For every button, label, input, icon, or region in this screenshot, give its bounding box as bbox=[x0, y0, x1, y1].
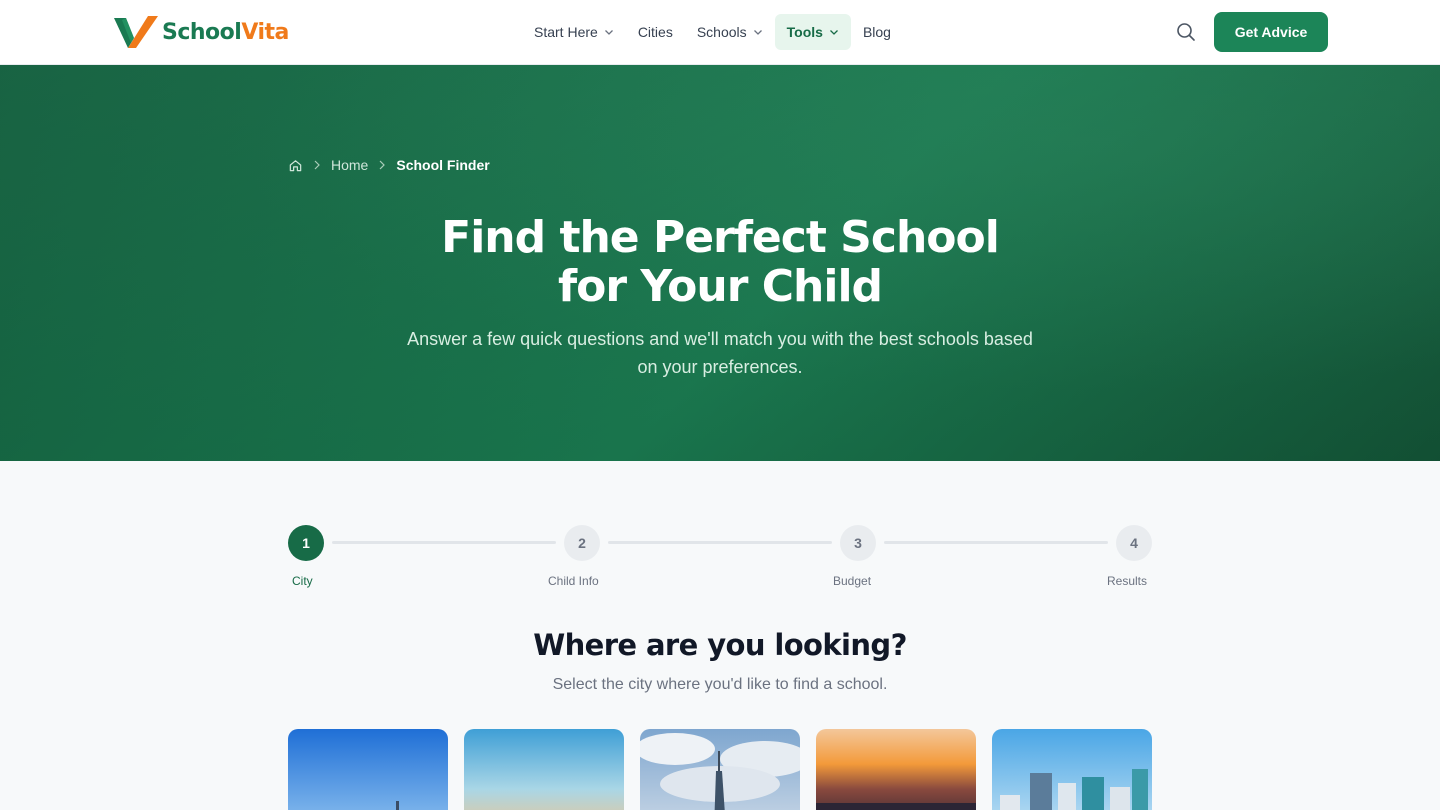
step-1-circle[interactable]: 1 bbox=[288, 525, 324, 561]
step-connector bbox=[332, 541, 556, 544]
breadcrumb-current: School Finder bbox=[396, 157, 490, 173]
question-subtitle: Select the city where you'd like to find… bbox=[552, 676, 888, 693]
nav-item-cities[interactable]: Cities bbox=[626, 14, 685, 50]
get-advice-button[interactable]: Get Advice bbox=[1214, 12, 1328, 52]
chevron-down-icon bbox=[829, 30, 838, 35]
chevron-down-icon bbox=[604, 30, 613, 35]
logo-v-icon bbox=[114, 16, 158, 48]
city-card[interactable] bbox=[816, 729, 976, 810]
nav-item-label: Cities bbox=[637, 24, 673, 40]
chevron-right-icon bbox=[314, 160, 320, 170]
city-skyline-image bbox=[640, 729, 800, 810]
city-card[interactable] bbox=[288, 729, 448, 810]
nav-item-start-here[interactable]: Start Here bbox=[522, 14, 626, 50]
nav-item-tools[interactable]: Tools bbox=[774, 14, 851, 50]
step-2-circle[interactable]: 2 bbox=[564, 525, 600, 561]
breadcrumb-home-link[interactable]: Home bbox=[331, 157, 368, 173]
step-1-label: City bbox=[292, 574, 313, 588]
main-nav: Start Here Cities Schools Tools Blog bbox=[522, 14, 903, 50]
city-skyline-image bbox=[464, 729, 624, 810]
city-card[interactable] bbox=[464, 729, 624, 810]
step-4-label: Results bbox=[1107, 574, 1148, 588]
city-skyline-image bbox=[288, 729, 448, 810]
step-3-label: Budget bbox=[833, 574, 872, 588]
city-skyline-image bbox=[816, 729, 976, 810]
nav-item-label: Schools bbox=[696, 24, 747, 40]
page-title: Find the Perfect School for Your Child bbox=[0, 213, 1440, 311]
city-card-grid bbox=[288, 729, 1152, 810]
step-3-circle[interactable]: 3 bbox=[840, 525, 876, 561]
page-title-line-2: for Your Child bbox=[557, 261, 883, 312]
step-connector bbox=[884, 541, 1108, 544]
step-4-circle[interactable]: 4 bbox=[1116, 525, 1152, 561]
nav-item-label: Tools bbox=[786, 24, 823, 40]
step-2-label: Child Info bbox=[548, 574, 599, 588]
page-title-line-1: Find the Perfect School bbox=[441, 212, 1000, 263]
search-icon[interactable] bbox=[1174, 20, 1198, 44]
city-card[interactable] bbox=[640, 729, 800, 810]
progress-stepper: 1 2 3 4 City Child Info Budget Results bbox=[288, 525, 1152, 595]
city-card[interactable] bbox=[992, 729, 1152, 810]
chevron-down-icon bbox=[753, 30, 762, 35]
nav-item-label: Start Here bbox=[534, 24, 598, 40]
nav-item-label: Blog bbox=[862, 24, 891, 40]
home-icon[interactable] bbox=[288, 158, 303, 173]
breadcrumb: Home School Finder bbox=[288, 157, 490, 173]
hero-subtitle: Answer a few quick questions and we'll m… bbox=[407, 329, 1033, 377]
nav-item-blog[interactable]: Blog bbox=[851, 14, 903, 50]
chevron-right-icon bbox=[379, 160, 386, 170]
schoolvita-logo[interactable]: SchoolVita bbox=[112, 14, 289, 50]
top-navigation-bar: SchoolVita Start Here Cities Schools Too… bbox=[0, 0, 1440, 65]
question-title: Where are you looking? bbox=[533, 628, 907, 662]
step-connector bbox=[608, 541, 832, 544]
hero-banner: Home School Finder Find the Perfect Scho… bbox=[0, 65, 1440, 461]
logo-text: SchoolVita bbox=[162, 19, 289, 45]
city-skyline-image bbox=[992, 729, 1152, 810]
nav-item-schools[interactable]: Schools bbox=[685, 14, 775, 50]
